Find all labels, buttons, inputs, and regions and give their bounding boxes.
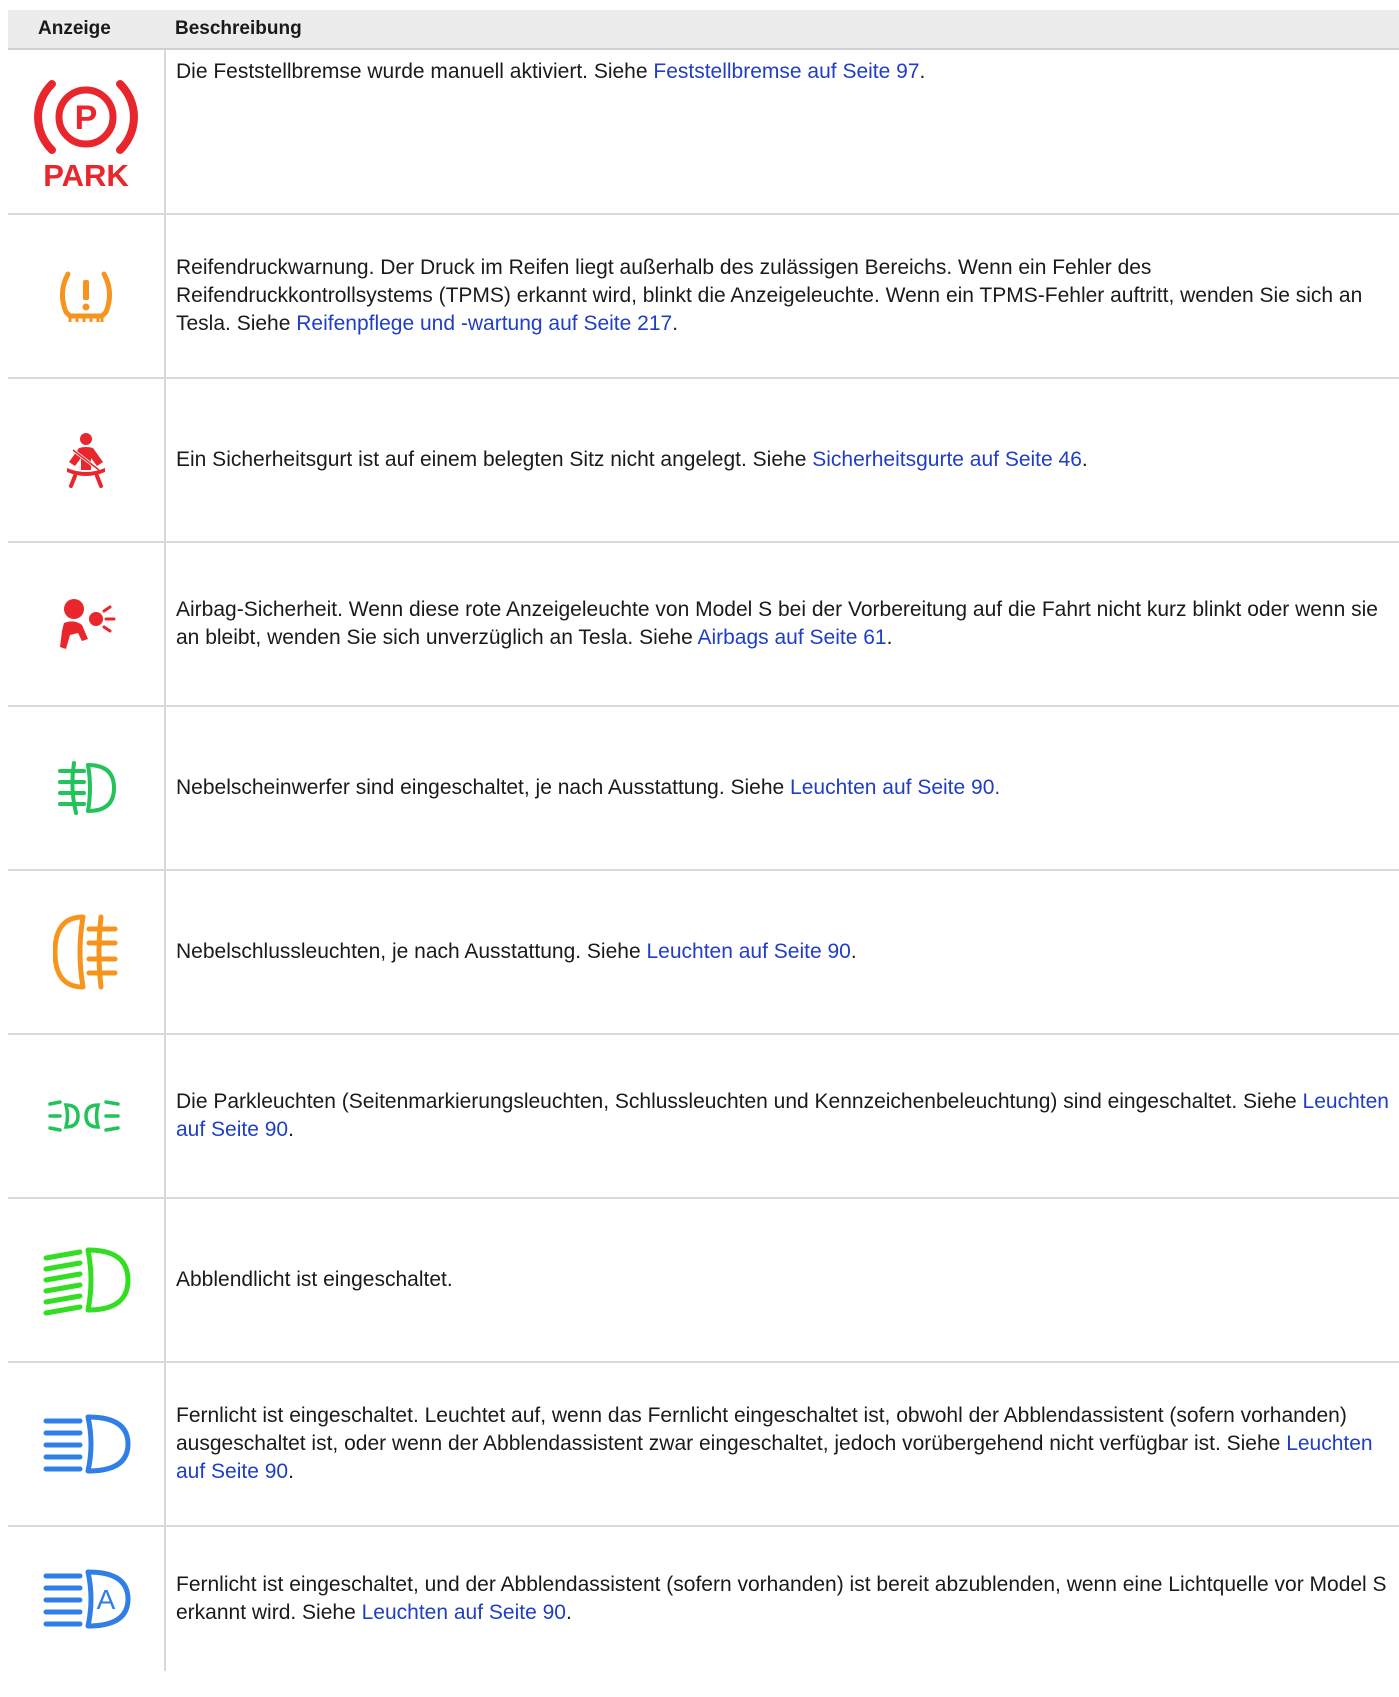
seat-belt-warning-icon bbox=[67, 433, 105, 488]
low-beam-icon bbox=[43, 1247, 131, 1316]
description-cell: Abblendlicht ist eingeschaltet. bbox=[165, 1198, 1399, 1363]
description-tail: . bbox=[288, 1118, 294, 1141]
header-row: Anzeige Beschreibung bbox=[8, 10, 1399, 50]
rear-fog-light-icon bbox=[53, 914, 118, 990]
indicator-cell bbox=[8, 706, 166, 871]
table-row: P PARK Die Feststellbremse wurde manuell… bbox=[8, 49, 1399, 215]
table-header: Anzeige Beschreibung bbox=[8, 10, 1399, 50]
parking-brake-park-icon: P PARK bbox=[34, 79, 138, 188]
table-row: Die Parkleuchten (Seitenmarkierungsleuch… bbox=[8, 1034, 1399, 1199]
page-reference-link[interactable]: Sicherheitsgurte auf Seite 46 bbox=[812, 448, 1082, 471]
description-tail: . bbox=[565, 1601, 572, 1624]
table-row: Fernlicht ist eingeschaltet. Leuchtet au… bbox=[8, 1362, 1399, 1527]
description-tail: . bbox=[919, 60, 926, 83]
description-cell: Die Parkleuchten (Seitenmarkierungsleuch… bbox=[165, 1034, 1399, 1199]
park-label: PARK bbox=[43, 158, 129, 188]
tire-pressure-warning-icon bbox=[60, 271, 112, 322]
description-cell: Nebelscheinwerfer sind eingeschaltet, je… bbox=[165, 706, 1399, 871]
page-reference-link[interactable]: Feststellbremse auf Seite 97 bbox=[653, 60, 919, 83]
description-cell: Ein Sicherheitsgurt ist auf einem belegt… bbox=[165, 378, 1399, 543]
indicator-cell bbox=[8, 542, 166, 707]
description-tail: . bbox=[288, 1460, 294, 1483]
airbag-warning-icon bbox=[60, 599, 116, 649]
indicator-cell bbox=[8, 1362, 166, 1527]
indicator-cell: A bbox=[8, 1526, 166, 1671]
front-fog-light-icon bbox=[58, 761, 116, 815]
description-cell: Nebelschlussleuchten, je nach Ausstattun… bbox=[165, 870, 1399, 1035]
description-cell: Fernlicht ist eingeschaltet. Leuchtet au… bbox=[165, 1362, 1399, 1527]
description-tail: . bbox=[850, 940, 857, 963]
table-row: Nebelscheinwerfer sind eingeschaltet, je… bbox=[8, 706, 1399, 871]
page-reference-link[interactable]: Reifenpflege und -wartung auf Seite 217 bbox=[296, 312, 672, 335]
page-reference-link[interactable]: Leuchten auf Seite 90. bbox=[790, 776, 1000, 799]
page-reference-link[interactable]: Leuchten auf Seite 90 bbox=[646, 940, 850, 963]
indicator-cell bbox=[8, 214, 166, 379]
table-row: Abblendlicht ist eingeschaltet. bbox=[8, 1198, 1399, 1363]
indicator-cell bbox=[8, 870, 166, 1035]
auto-high-beam-icon: A bbox=[43, 1569, 131, 1629]
table-row: A Fernlicht ist eingeschaltet, und der A… bbox=[8, 1526, 1399, 1671]
description-text: Fernlicht ist eingeschaltet, und der Abb… bbox=[176, 1573, 1387, 1624]
description-cell: Fernlicht ist eingeschaltet, und der Abb… bbox=[165, 1526, 1399, 1671]
description-text: Die Feststellbremse wurde manuell aktivi… bbox=[176, 60, 654, 83]
svg-text:P: P bbox=[75, 99, 98, 137]
header-description: Beschreibung bbox=[165, 10, 1399, 50]
indicator-cell: P PARK bbox=[8, 49, 166, 215]
description-text: Nebelscheinwerfer sind eingeschaltet, je… bbox=[176, 776, 791, 799]
description-tail: . bbox=[886, 626, 893, 649]
indicator-cell bbox=[8, 378, 166, 543]
description-cell: Reifendruckwarnung. Der Druck im Reifen … bbox=[165, 214, 1399, 379]
header-indicator: Anzeige bbox=[8, 10, 165, 50]
auto-label: A bbox=[97, 1584, 116, 1615]
high-beam-icon bbox=[43, 1414, 131, 1474]
description-text: Ein Sicherheitsgurt ist auf einem belegt… bbox=[176, 448, 813, 471]
table-row: Ein Sicherheitsgurt ist auf einem belegt… bbox=[8, 378, 1399, 543]
table-row: Nebelschlussleuchten, je nach Ausstattun… bbox=[8, 870, 1399, 1035]
description-tail: . bbox=[1081, 448, 1088, 471]
page-reference-link[interactable]: Leuchten auf Seite 90 bbox=[362, 1601, 566, 1624]
description-text: Die Parkleuchten (Seitenmarkierungsleuch… bbox=[176, 1090, 1303, 1113]
description-text: Nebelschlussleuchten, je nach Ausstattun… bbox=[176, 940, 647, 963]
indicator-cell bbox=[8, 1198, 166, 1363]
indicator-cell bbox=[8, 1034, 166, 1199]
indicator-table: Anzeige Beschreibung P PARK Die Feststel… bbox=[8, 10, 1399, 1671]
description-tail: . bbox=[672, 312, 679, 335]
description-text: Fernlicht ist eingeschaltet. Leuchtet au… bbox=[176, 1404, 1347, 1455]
table-row: Airbag-Sicherheit. Wenn diese rote Anzei… bbox=[8, 542, 1399, 707]
page-reference-link[interactable]: Airbags auf Seite 61 bbox=[697, 626, 886, 649]
description-cell: Airbag-Sicherheit. Wenn diese rote Anzei… bbox=[165, 542, 1399, 707]
parking-lights-icon bbox=[48, 1100, 120, 1132]
indicator-table-container: Anzeige Beschreibung P PARK Die Feststel… bbox=[8, 10, 1399, 1671]
description-text: Abblendlicht ist eingeschaltet. bbox=[176, 1268, 453, 1291]
description-cell: Die Feststellbremse wurde manuell aktivi… bbox=[165, 49, 1399, 215]
table-row: Reifendruckwarnung. Der Druck im Reifen … bbox=[8, 214, 1399, 379]
